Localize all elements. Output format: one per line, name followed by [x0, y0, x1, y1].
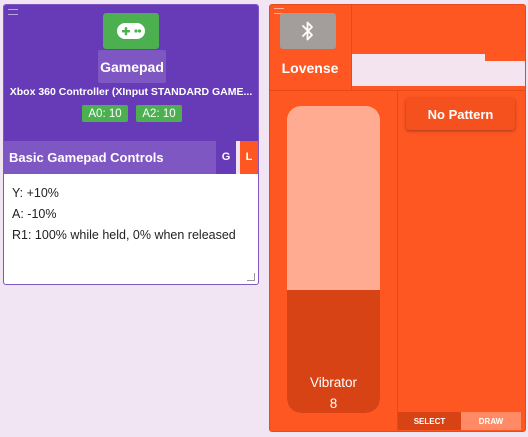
gamepad-connect-button[interactable] [103, 13, 159, 49]
vibrator-value: 8 [329, 396, 338, 411]
select-mode-button[interactable]: SELECT [398, 412, 461, 430]
axis-badge-a0: A0: 10 [82, 105, 128, 122]
gamepad-card: Gamepad Xbox 360 Controller (XInput STAN… [3, 4, 259, 285]
gamepad-name-label: Gamepad [100, 58, 164, 75]
draw-mode-button[interactable]: DRAW [461, 412, 521, 430]
no-pattern-button[interactable]: No Pattern [406, 98, 515, 130]
tab-g[interactable]: G [216, 141, 236, 174]
lovense-card: Lovense Vibrator 8 No Pattern SELECT DRA… [269, 4, 526, 432]
status-panel [352, 61, 525, 86]
section-title: Basic Gamepad Controls [9, 150, 164, 165]
divider [397, 91, 398, 431]
gamepad-name-button[interactable]: Gamepad [98, 50, 166, 83]
bluetooth-icon [302, 21, 313, 41]
control-line-r1: R1: 100% while held, 0% when released [12, 228, 236, 242]
controls-description: Y: +10% A: -10% R1: 100% while held, 0% … [12, 183, 252, 246]
control-line-y: Y: +10% [12, 186, 59, 200]
control-line-a: A: -10% [12, 207, 57, 221]
vibrator-slider-fill [287, 290, 380, 413]
controller-name: Xbox 360 Controller (XInput STANDARD GAM… [9, 86, 253, 98]
bluetooth-connect-button[interactable] [280, 13, 336, 49]
divider [270, 90, 525, 91]
vibrator-slider[interactable] [287, 106, 380, 413]
drag-handle[interactable] [8, 9, 18, 15]
tab-l[interactable]: L [240, 141, 258, 174]
status-strip [352, 54, 485, 61]
gamepad-icon [117, 23, 145, 39]
axis-badge-a2: A2: 10 [136, 105, 182, 122]
lovense-name-label: Lovense [281, 59, 339, 76]
gamepad-header: Gamepad Xbox 360 Controller (XInput STAN… [4, 5, 258, 141]
resize-handle[interactable] [247, 273, 255, 281]
vibrator-label: Vibrator [309, 375, 358, 390]
